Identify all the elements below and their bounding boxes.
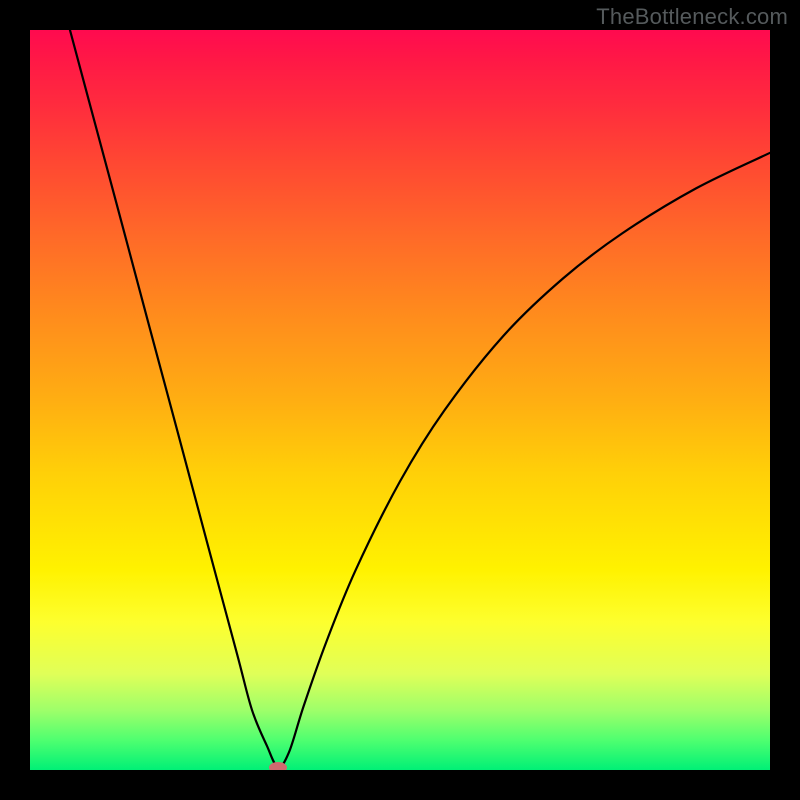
plot-area — [30, 30, 770, 770]
minimum-marker — [269, 762, 287, 770]
curve-svg — [30, 30, 770, 770]
bottleneck-curve-path — [70, 30, 770, 767]
watermark-text: TheBottleneck.com — [596, 4, 788, 30]
chart-frame: TheBottleneck.com — [0, 0, 800, 800]
